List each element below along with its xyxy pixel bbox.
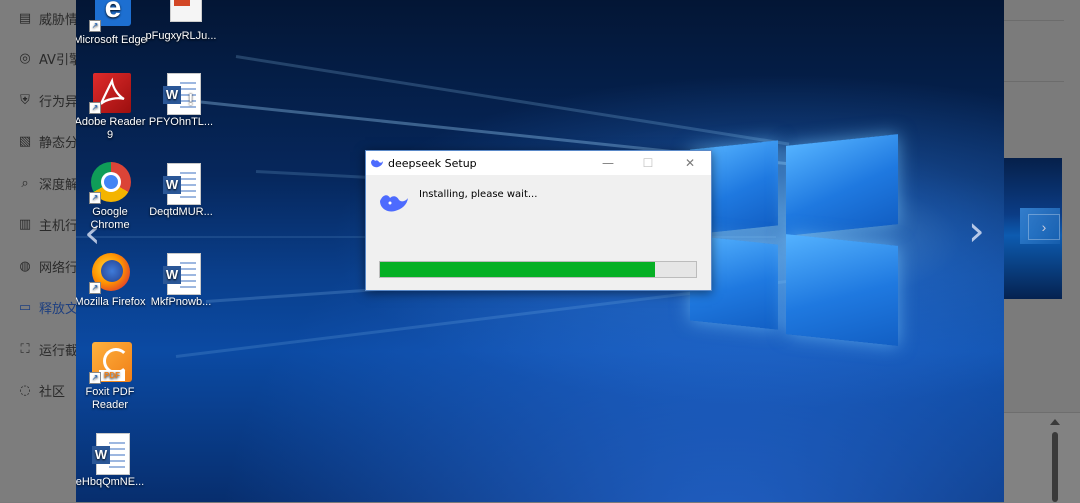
desktop-icon-label: Foxit PDF Reader (85, 386, 135, 411)
dialog-titlebar[interactable]: deepseek Setup — ☐ ✕ (366, 151, 711, 175)
minimize-button[interactable]: — (588, 151, 628, 175)
sidebar-item-label: 静态分 (39, 135, 79, 151)
desktop-icon-pptx[interactable]: pFugxyRLJu... (144, 0, 218, 43)
desktop-icon-label: DeqtdMUR... (149, 206, 213, 218)
thumb-next-arrow-icon: › (1028, 214, 1060, 240)
windows-logo-pane (786, 134, 898, 236)
foxit-pdf-icon: PDF ↗ (89, 342, 132, 384)
firefox-icon: ↗ (89, 252, 131, 294)
chrome-icon: ↗ (89, 162, 131, 204)
sidebar-item-6[interactable]: ◍ 网络行 (18, 254, 78, 278)
close-button[interactable]: ✕ (670, 151, 710, 175)
target-icon: ◎ (19, 50, 31, 66)
sidebar-item-2[interactable]: ⛨ 行为异 (18, 88, 78, 112)
adobe-reader-icon: ↗ (89, 72, 131, 114)
maximize-button[interactable]: ☐ (628, 151, 668, 175)
next-screenshot-arrow[interactable]: › (968, 210, 985, 252)
desktop-icon-label: PFYOhnTL... (148, 116, 214, 128)
sidebar (0, 0, 80, 502)
powerpoint-doc-icon (160, 0, 202, 28)
folder-icon: ▭ (18, 299, 32, 315)
setup-dialog: deepseek Setup — ☐ ✕ Installing, please … (365, 150, 712, 291)
sidebar-item-4[interactable]: ⌕ 深度解 (18, 171, 78, 195)
desktop-icon-adobe-reader[interactable]: ↗ Adobe Reader 9 (76, 72, 147, 142)
desktop-icon-chrome[interactable]: ↗ Google Chrome (76, 162, 147, 232)
host-icon: ▥ (18, 216, 32, 232)
word-doc-icon: W (160, 252, 202, 295)
sidebar-item-3[interactable]: ▧ 静态分 (18, 129, 78, 153)
dialog-title: deepseek Setup (388, 157, 477, 170)
sidebar-item-label: 深度解 (39, 177, 79, 193)
desktop-icon-word-doc-2[interactable]: W DeqtdMUR... (144, 162, 218, 219)
sidebar-item-5[interactable]: ▥ 主机行 (18, 212, 78, 236)
status-message: Installing, please wait... (419, 189, 538, 200)
windows-logo-pane (786, 234, 898, 346)
desktop-icon-label: Google Chrome (90, 206, 130, 231)
edge-icon: e ↗ (89, 0, 131, 32)
desktop-icon-word-doc-3[interactable]: W MkfPnowb... (144, 252, 218, 309)
screenshot-thumbnail[interactable]: › (1004, 158, 1062, 299)
word-doc-icon: W (89, 432, 131, 475)
sidebar-item-label: 社区 (39, 384, 66, 400)
right-lower-box (1004, 412, 1080, 503)
desktop-icon-label: pFugxyRLJu... (145, 30, 217, 42)
desktop-icon-label: Adobe Reader 9 (76, 116, 146, 141)
chat-icon: ◌ (19, 382, 31, 398)
scroll-up-icon[interactable] (1050, 419, 1060, 425)
word-doc-icon: W (160, 162, 202, 205)
document-icon: ▤ (18, 10, 32, 26)
sidebar-item-1[interactable]: ◎ AV引擎 (18, 46, 82, 70)
screenshot-icon: ⛶ (20, 341, 30, 357)
desktop-icon-label: MkfPnowb... (150, 296, 212, 308)
sidebar-item-label: 主机行 (39, 218, 79, 234)
sidebar-item-0[interactable]: ▤ 威胁情 (18, 6, 78, 30)
sidebar-item-7[interactable]: ▭ 释放文 (18, 295, 78, 319)
desktop-icon-word-doc-4[interactable]: W eHbqQmNE... (76, 432, 147, 489)
sidebar-item-label: 释放文 (39, 301, 79, 317)
desktop-icon-label: Microsoft Edge (76, 34, 147, 46)
dialog-body: Installing, please wait... (366, 175, 711, 290)
deepseek-whale-icon (370, 156, 384, 174)
right-card (1003, 20, 1064, 82)
sidebar-item-label: 威胁情 (39, 12, 79, 28)
scrollbar-thumb[interactable] (1052, 432, 1058, 502)
search-icon: ⌕ (21, 175, 29, 191)
progress-fill (380, 262, 655, 277)
progress-bar (379, 261, 697, 278)
desktop-icon-edge[interactable]: e ↗ Microsoft Edge (76, 0, 147, 47)
desktop-icon-label: Mozilla Firefox (76, 296, 146, 308)
sidebar-item-label: 行为异 (39, 94, 79, 110)
file-analysis-icon: ▧ (18, 133, 32, 149)
desktop-icon-foxit[interactable]: PDF ↗ Foxit PDF Reader (76, 342, 147, 412)
sidebar-item-8[interactable]: ⛶ 运行截 (18, 337, 78, 361)
sidebar-item-label: 网络行 (39, 260, 79, 276)
desktop-icon-firefox[interactable]: ↗ Mozilla Firefox (76, 252, 147, 309)
desktop-icon-word-doc-1[interactable]: W ! PFYOhnTL... (144, 72, 218, 129)
sidebar-item-9[interactable]: ◌ 社区 (18, 378, 65, 402)
shield-icon: ⛨ (20, 92, 30, 108)
desktop-icon-label: eHbqQmNE... (76, 476, 145, 488)
word-doc-icon: W ! (160, 72, 202, 115)
deepseek-logo-icon (378, 189, 410, 220)
globe-icon: ◍ (19, 258, 31, 274)
sidebar-item-label: 运行截 (39, 343, 79, 359)
